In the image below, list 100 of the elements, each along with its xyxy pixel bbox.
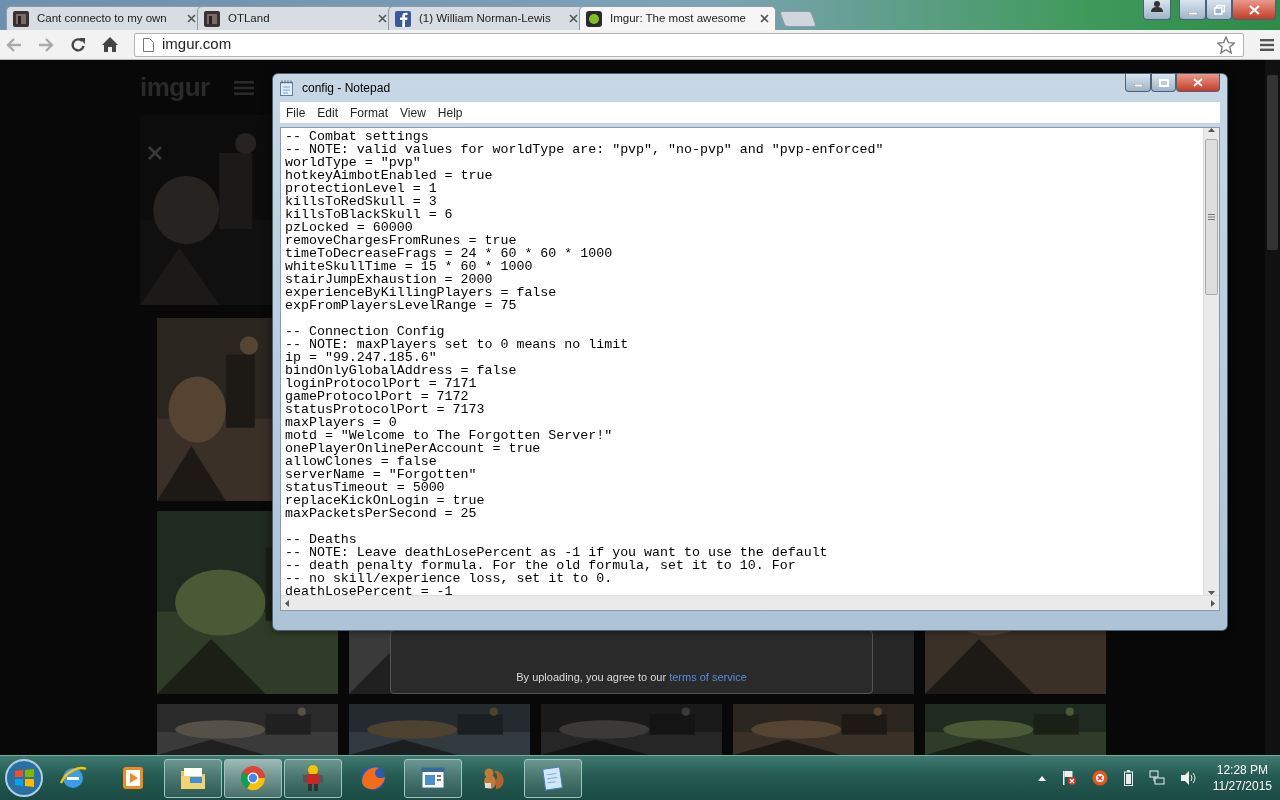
star-icon[interactable] xyxy=(1217,35,1235,54)
restore-button[interactable] xyxy=(1206,0,1232,20)
code-line: bindOnlyGlobalAddress = false xyxy=(285,364,518,377)
square-logo-icon xyxy=(13,10,29,27)
minimize-button[interactable] xyxy=(1179,0,1206,20)
code-line: removeChargesFromRunes = true xyxy=(285,234,518,247)
round-logo-icon xyxy=(238,763,268,793)
code-line: expFromPlayersLevelRange = 75 xyxy=(285,299,518,312)
page-icon xyxy=(143,37,154,52)
profile-button[interactable] xyxy=(1143,0,1171,20)
code-line: motd = "Welcome to The Forgotten Server!" xyxy=(285,429,614,442)
code-line: loginProtocolPort = 7171 xyxy=(285,377,478,390)
code-line: whiteSkullTime = 15 * 60 * 1000 xyxy=(285,260,534,273)
clock[interactable]: 12:28 PM 11/27/2015 xyxy=(1212,762,1272,794)
scrollbar[interactable] xyxy=(1203,128,1219,596)
browser-tab[interactable]: Imgur: The most awesome xyxy=(579,6,776,30)
home-icon[interactable] xyxy=(102,37,118,52)
clock-date: 11/27/2015 xyxy=(1212,778,1272,794)
minimize-icon xyxy=(1133,84,1143,87)
alert-icon[interactable] xyxy=(1091,770,1108,786)
taskbar-button[interactable] xyxy=(164,758,222,798)
address-bar[interactable]: imgur.com xyxy=(134,32,1244,57)
close-icon[interactable] xyxy=(378,14,387,23)
code-line: worldType = "pvp" xyxy=(285,156,421,169)
tab-title: (1) William Norman-Lewis xyxy=(419,10,552,26)
code-line: experienceByKillingPlayers = false xyxy=(285,286,558,299)
code-line: hotkeyAimbotEnabled = true xyxy=(285,169,494,182)
close-icon[interactable] xyxy=(187,14,196,23)
menu-item[interactable]: Edit xyxy=(311,101,345,124)
menu-item[interactable]: File xyxy=(280,101,312,124)
tab-title: Cant connecto to my own xyxy=(37,10,168,26)
close-icon xyxy=(1193,78,1203,87)
menu-item[interactable]: Format xyxy=(344,101,395,124)
code-line: -- no skill/experience loss, set it to 0. xyxy=(285,572,614,585)
menu-icon[interactable] xyxy=(1260,38,1274,51)
terms-link[interactable]: terms of service xyxy=(669,670,747,683)
code-line: deathLosePercent = -1 xyxy=(285,585,453,596)
code-line: statusTimeout = 5000 xyxy=(285,481,445,494)
scrollbar[interactable] xyxy=(1265,60,1280,755)
code-line: -- Deaths xyxy=(285,533,358,546)
code-line: -- Combat settings xyxy=(285,130,429,143)
code-line: maxPacketsPerSecond = 25 xyxy=(285,507,478,520)
speaker-icon[interactable] xyxy=(1180,771,1197,785)
minimize-button[interactable] xyxy=(1125,74,1151,92)
code-line: killsToBlackSkull = 6 xyxy=(285,208,454,221)
restore-icon xyxy=(1213,4,1225,15)
user-icon xyxy=(1151,0,1163,12)
upload-notice: By uploading, you agree to our terms of service xyxy=(516,669,747,685)
code-line: timeToDecreaseFrags = 24 * 60 * 60 * 1000 xyxy=(285,247,614,260)
close-icon xyxy=(1248,4,1260,15)
menu-item[interactable]: View xyxy=(394,101,432,124)
up-arrow-icon[interactable] xyxy=(1208,128,1215,132)
code-line: allowClones = false xyxy=(285,455,437,468)
code-line: killsToRedSkull = 3 xyxy=(285,195,438,208)
reload-icon[interactable] xyxy=(70,36,86,53)
window-title: config - Notepad xyxy=(302,80,392,97)
right-arrow-icon[interactable] xyxy=(1211,599,1215,607)
taskbar-button[interactable] xyxy=(524,758,582,798)
left-arrow-icon[interactable] xyxy=(285,599,289,607)
tab-title: OTLand xyxy=(228,10,271,26)
code-line: statusProtocolPort = 7173 xyxy=(285,403,486,416)
code-line: protectionLevel = 1 xyxy=(285,182,438,195)
up-arrow-icon[interactable] xyxy=(1037,775,1046,781)
scrollbar[interactable] xyxy=(281,595,1219,610)
close-icon[interactable] xyxy=(760,14,769,23)
code-line: -- NOTE: Leave deathLosePercent as -1 if you want to use the default xyxy=(285,546,829,559)
start-orb-icon[interactable] xyxy=(4,758,44,798)
dot-logo-icon xyxy=(586,10,602,27)
code-line: ip = "99.247.185.6" xyxy=(285,351,437,364)
close-button[interactable] xyxy=(1176,74,1220,92)
grip-icon xyxy=(1208,213,1215,220)
code-line: onePlayerOnlinePerAccount = true xyxy=(285,442,542,455)
maximize-icon xyxy=(1158,78,1169,87)
down-arrow-icon[interactable] xyxy=(1208,591,1215,596)
address-text: imgur.com xyxy=(162,34,232,55)
taskbar-button[interactable] xyxy=(404,758,462,798)
fox-globe-icon xyxy=(358,763,388,793)
square-logo-icon xyxy=(204,10,220,27)
code-line: -- NOTE: valid values for worldType are: "pvp", "no-pvp" and "pvp-enforced" xyxy=(285,143,885,156)
f-logo-icon xyxy=(395,10,411,27)
code-line: maxPlayers = 0 xyxy=(285,416,398,429)
code-line: replaceKickOnLogin = true xyxy=(285,494,486,507)
maximize-button[interactable] xyxy=(1151,74,1176,92)
flag-icon[interactable] xyxy=(1061,770,1076,786)
close-icon[interactable] xyxy=(569,14,578,23)
clock-time: 12:28 PM xyxy=(1215,762,1270,778)
minimize-icon xyxy=(1187,12,1198,15)
network-icon[interactable] xyxy=(1148,770,1165,786)
battery-icon[interactable] xyxy=(1123,770,1133,786)
code-line: serverName = "Forgotten" xyxy=(285,468,478,481)
code-line: pzLocked = 60000 xyxy=(285,221,413,234)
code-line: -- NOTE: maxPlayers set to 0 means no limit xyxy=(285,338,630,351)
notepad-icon xyxy=(280,80,294,96)
code-line: -- Connection Config xyxy=(285,325,446,338)
code-line: -- death penalty formula. For the old formula, set it to 10. For xyxy=(285,559,797,572)
code-line: stairJumpExhaustion = 2000 xyxy=(285,273,494,286)
close-button[interactable] xyxy=(1232,0,1276,20)
taskbar-button[interactable] xyxy=(284,758,342,798)
code-line: gameProtocolPort = 7172 xyxy=(285,390,470,403)
menu-item[interactable]: Help xyxy=(431,101,469,124)
